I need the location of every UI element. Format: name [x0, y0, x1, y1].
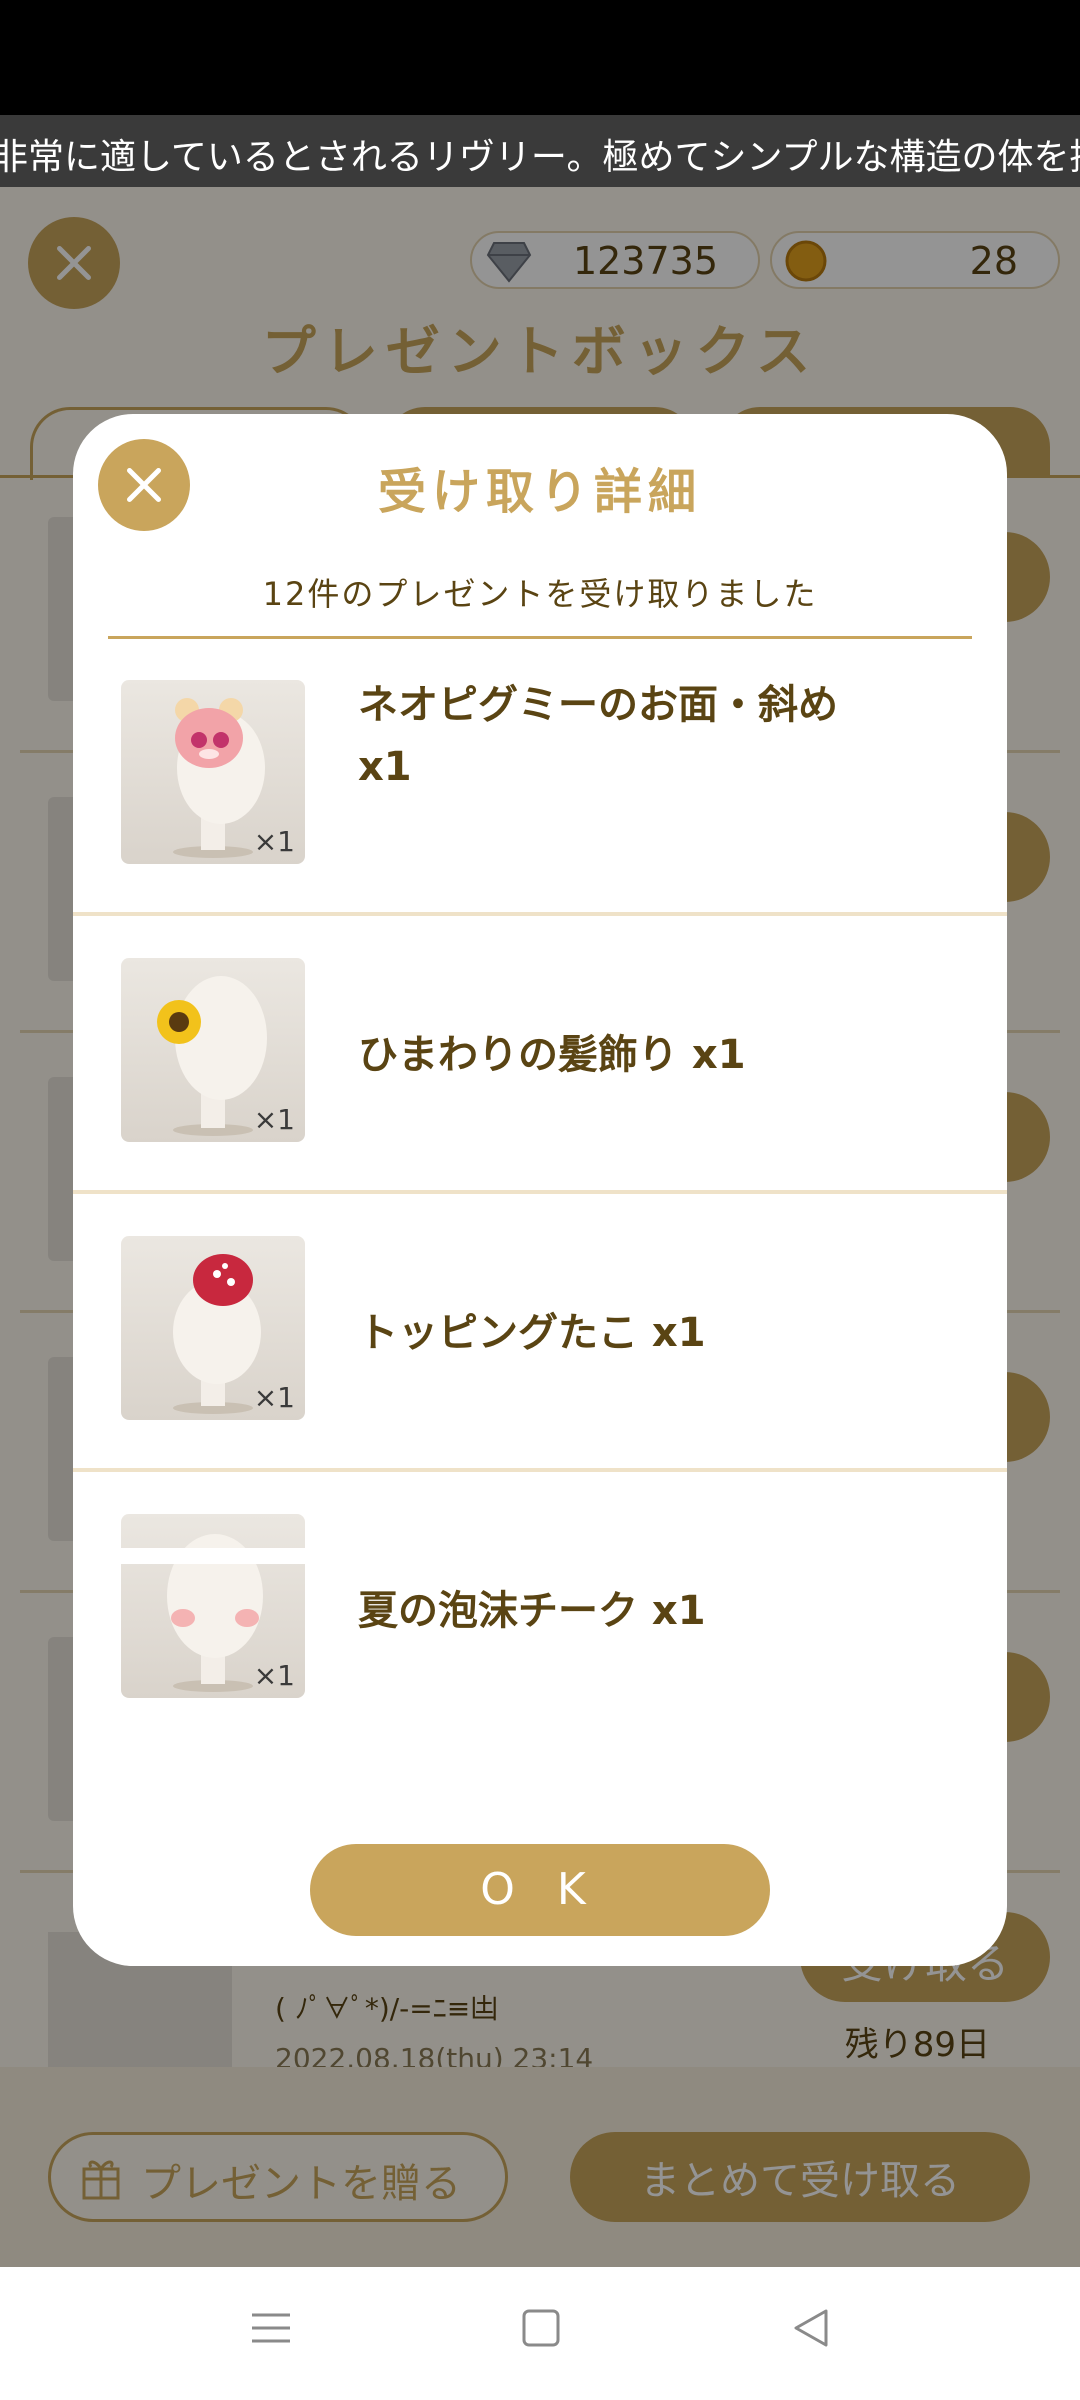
item-thumbnail: ×1: [121, 1236, 305, 1420]
list-item: ×1 トッピングたこ x1: [73, 1194, 1007, 1472]
receive-details-dialog: 受け取り詳細 12件のプレゼントを受け取りました ×1 ネオピグミーのお面・斜め…: [73, 414, 1007, 1966]
menu-icon[interactable]: [250, 2307, 292, 2349]
list-item: ×1 ひまわりの髪飾り x1: [73, 916, 1007, 1194]
system-nav-bar: [0, 2267, 1080, 2400]
item-qty: ×1: [253, 1103, 295, 1136]
dialog-title: 受け取り詳細: [377, 464, 702, 520]
status-bar: [0, 0, 1080, 115]
list-fade: [73, 1548, 1007, 1564]
item-qty: ×1: [253, 825, 295, 858]
back-icon[interactable]: [790, 2307, 832, 2349]
item-thumbnail: ×1: [121, 958, 305, 1142]
dialog-subtitle: 12件のプレゼントを受け取りました: [262, 575, 818, 613]
home-icon[interactable]: [520, 2307, 562, 2349]
item-name: 夏の泡沫チーク x1: [358, 1588, 706, 1634]
item-name: ひまわりの髪飾り x1: [358, 1032, 746, 1078]
news-ticker: 非常に適しているとされるリヴリー。極めてシンプルな構造の体を持ち: [0, 115, 1080, 187]
item-thumbnail: ×1: [121, 680, 305, 864]
ok-label: O K: [480, 1864, 600, 1915]
list-item: ×1 夏の泡沫チーク x1: [73, 1472, 1007, 1738]
item-name: トッピングたこ x1: [358, 1310, 706, 1356]
item-name: ネオピグミーのお面・斜め x1: [358, 682, 838, 790]
item-qty: ×1: [253, 1659, 295, 1692]
received-items-list[interactable]: ×1 ネオピグミーのお面・斜め x1 ×1 ひまわりの髪飾り x1 ×1 トッピ…: [73, 638, 1007, 1738]
item-qty: ×1: [253, 1381, 295, 1414]
item-thumbnail: ×1: [121, 1514, 305, 1698]
ok-button[interactable]: O K: [310, 1844, 770, 1936]
list-item: ×1 ネオピグミーのお面・斜め x1: [73, 638, 1007, 916]
ticker-text: 非常に適しているとされるリヴリー。極めてシンプルな構造の体を持ち: [0, 137, 1080, 178]
